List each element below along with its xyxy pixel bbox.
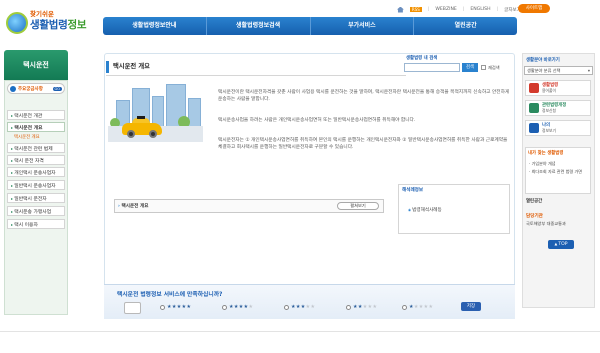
gnb-item-search[interactable]: 생활법령정보검색 bbox=[205, 17, 310, 35]
radio-icon[interactable] bbox=[222, 304, 227, 310]
sidebar-item-driver[interactable]: 일반택시 운전자 bbox=[7, 193, 65, 203]
sitemap-button[interactable]: 사이트맵 bbox=[518, 4, 550, 13]
english-link[interactable]: ENGLISH bbox=[470, 7, 490, 12]
quick-title: 생활분야 바로가기 bbox=[526, 58, 560, 63]
star-rating-icon: ★★★★★ bbox=[291, 304, 316, 310]
utility-nav: RSS | WEBZINE | ENGLISH | 글자보기 + - bbox=[396, 5, 538, 14]
star-rating-icon: ★★★★★ bbox=[229, 304, 254, 310]
webzine-link[interactable]: WEBZINE bbox=[435, 7, 456, 12]
sidebar-item-user[interactable]: 택시 이용자 bbox=[7, 219, 65, 229]
radio-icon[interactable] bbox=[346, 304, 351, 310]
quick-card-glossary[interactable]: 생활법령 용어풀이 bbox=[525, 80, 591, 96]
quick-history-item[interactable]: 가입분야 개념 bbox=[529, 161, 589, 166]
quick-history-item[interactable]: 최다조회 자료 관련 법령 가면 bbox=[529, 169, 589, 174]
page-title: 택시운전 개요 bbox=[106, 61, 206, 73]
taxi-icon bbox=[122, 116, 162, 138]
site-logo[interactable]: 찾기쉬운 생활법령정보 bbox=[6, 6, 104, 40]
taxi-illustration bbox=[108, 84, 203, 142]
quick-history-title: 내가 찾는 생활법령 bbox=[528, 151, 564, 156]
related-link[interactable]: 법령해석사례등 bbox=[408, 207, 442, 213]
survey-option-4[interactable]: ★★★★★ bbox=[222, 304, 253, 310]
survey-icon bbox=[124, 302, 141, 314]
keyword-label: 주요궁금사항 bbox=[18, 86, 43, 92]
star-rating-icon: ★★★★★ bbox=[409, 304, 434, 310]
sidebar-subitem-summary[interactable]: 택시운전 개요 bbox=[14, 134, 40, 140]
sidebar-title: 택시운전 bbox=[4, 50, 68, 80]
gnb-item-open[interactable]: 열린공간 bbox=[413, 17, 517, 35]
global-nav: 생활법령정보안내 생활법령정보검색 부가서비스 열린공간 bbox=[103, 17, 517, 35]
logo-title: 생활법령정보 bbox=[30, 19, 87, 31]
radio-icon[interactable] bbox=[284, 304, 289, 310]
survey-option-3[interactable]: ★★★★★ bbox=[284, 304, 315, 310]
research-checkbox[interactable] bbox=[481, 65, 486, 70]
radio-icon[interactable] bbox=[402, 304, 407, 310]
star-rating-icon: ★★★★★ bbox=[167, 304, 192, 310]
search-icon bbox=[10, 85, 16, 92]
search-button[interactable]: 검색 bbox=[462, 63, 478, 72]
sidebar-item-private[interactable]: 개인택시 운송사업자 bbox=[7, 167, 65, 177]
top-button[interactable]: TOP bbox=[548, 240, 574, 249]
home-icon[interactable] bbox=[396, 6, 404, 13]
keyword-button[interactable]: 주요궁금사항 GO bbox=[7, 83, 65, 94]
related-title: 해석례정보 bbox=[402, 188, 424, 193]
search-input[interactable] bbox=[404, 63, 460, 72]
sidebar-item-summary[interactable]: 택시운전 개요 bbox=[7, 122, 65, 132]
gnb-item-guide[interactable]: 생활법령정보안내 bbox=[103, 17, 206, 35]
bell-icon bbox=[529, 103, 539, 113]
survey-question: 택시운전 법령정보 서비스에 만족하십니까? bbox=[117, 292, 223, 298]
user-icon bbox=[529, 123, 539, 133]
sidebar-item-franchise[interactable]: 택시운송 가맹사업 bbox=[7, 206, 65, 216]
logo-icon bbox=[6, 12, 28, 34]
sidebar-item-law[interactable]: 택시운전 관련 법제 bbox=[7, 143, 65, 153]
radio-icon[interactable] bbox=[160, 304, 165, 310]
quick-card-my-info[interactable]: 나의 정보보기 bbox=[525, 120, 591, 136]
paragraph-license: 택시운송사업을 하려는 사람은 개인택시운송사업면허 또는 일반택시운송사업면허… bbox=[218, 118, 416, 123]
sidebar-item-overview[interactable]: 택시운전 개관 bbox=[7, 110, 65, 120]
star-rating-icon: ★★★★★ bbox=[353, 304, 378, 310]
quick-card-law-update[interactable]: 관련법령개정 정보신청 bbox=[525, 100, 591, 116]
dept-name: 국토해양부 대중교통과 bbox=[526, 221, 566, 226]
paragraph-drivers: 택시운전자는 ① 개인택시운송사업면허를 취득하여 본인의 택시를 운행하는 개… bbox=[218, 138, 508, 150]
title-divider bbox=[106, 75, 406, 76]
expand-button[interactable]: 펼쳐보기 bbox=[337, 202, 379, 210]
footer-divider bbox=[0, 331, 600, 332]
survey-option-5[interactable]: ★★★★★ bbox=[160, 304, 191, 310]
quick-open-title[interactable]: 열린공간 bbox=[526, 198, 542, 204]
rss-link[interactable]: RSS bbox=[409, 7, 422, 12]
survey-option-1[interactable]: ★★★★★ bbox=[402, 304, 433, 310]
dept-label: 담당기관 bbox=[526, 214, 543, 219]
sidebar-item-company[interactable]: 일반택시 운송사업자 bbox=[7, 180, 65, 190]
sidebar-item-qualification[interactable]: 택시 운전 자격 bbox=[7, 155, 65, 165]
book-icon bbox=[529, 83, 539, 93]
keyword-go-button[interactable]: GO bbox=[52, 86, 62, 91]
category-select[interactable]: 생활분야 분류 선택 bbox=[524, 66, 593, 75]
toc-link[interactable]: 택시운전 개요 bbox=[118, 203, 149, 209]
search-label: 생활법령 내 검색 bbox=[406, 56, 438, 61]
research-label: 재검색 bbox=[488, 65, 500, 70]
gnb-item-services[interactable]: 부가서비스 bbox=[309, 17, 414, 35]
survey-option-2[interactable]: ★★★★★ bbox=[346, 304, 377, 310]
survey-submit-button[interactable]: 저장 bbox=[461, 302, 481, 311]
paragraph-definition: 택시운전이란 택시운전자격을 갖춘 사람이 사업용 택시를 운전하는 것을 말하… bbox=[218, 90, 510, 102]
